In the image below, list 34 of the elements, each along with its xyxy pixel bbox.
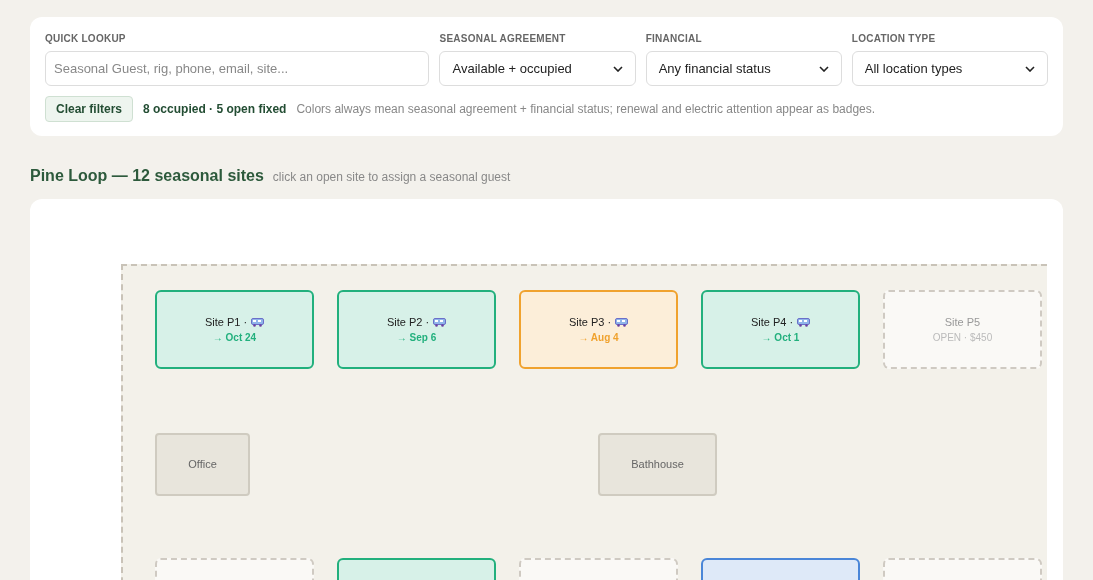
dropdown[interactable]: Any financial status [645,51,842,86]
chevron-icon [1025,65,1035,72]
site-name: Site P2 · [386,314,430,330]
chevron-icon [612,65,623,72]
site-name: Site P3 · [568,314,612,330]
field-label: LOCATION TYPE [851,32,937,46]
dropdown[interactable]: Available + occupied [439,51,636,86]
dropdown[interactable]: All location types [851,51,1048,86]
summary-text: 8 occupied · 5 open fixed [143,101,287,118]
site-name: Site P1 · [204,314,248,330]
renewal-date: → Aug 4 [578,331,619,346]
site-name: Site P4 · [750,314,794,330]
section-hint: click an open site to assign a seasonal guest [272,169,511,186]
section-title: Pine Loop — 12 seasonal sites [30,166,264,186]
occupied-site[interactable]: Site P3 · → Aug 4 [519,290,678,369]
renewal-date: → Oct 1 [761,331,800,346]
chevron-icon [818,65,829,72]
field-label: QUICK LOOKUP [45,32,127,46]
rv-icon [797,317,811,327]
clear-filters-button[interactable]: Clear filters [45,96,134,122]
facility-building: Office [155,433,250,496]
renewal-date: → Sep 6 [396,331,437,346]
legend-text: Colors always mean seasonal agreement + financial status; renewal and electric attention appear as badges. [296,101,876,118]
field-label: FINANCIAL [645,32,703,46]
occupied-site[interactable]: Site P2 · → Sep 6 [337,290,496,369]
rv-icon [433,317,447,327]
occupied-site[interactable]: Site P1 · → Oct 24 [155,290,314,369]
field-label: SEASONAL AGREEMENT [439,32,567,46]
occupied-site[interactable]: Site P4 · → Oct 1 [701,290,860,369]
rv-icon [615,317,629,327]
facility-building: Bathhouse [598,433,717,496]
rv-icon [251,317,265,327]
search-field[interactable]: Seasonal Guest, rig, phone, email, site... [45,51,430,86]
renewal-date: → Oct 24 [212,331,257,346]
